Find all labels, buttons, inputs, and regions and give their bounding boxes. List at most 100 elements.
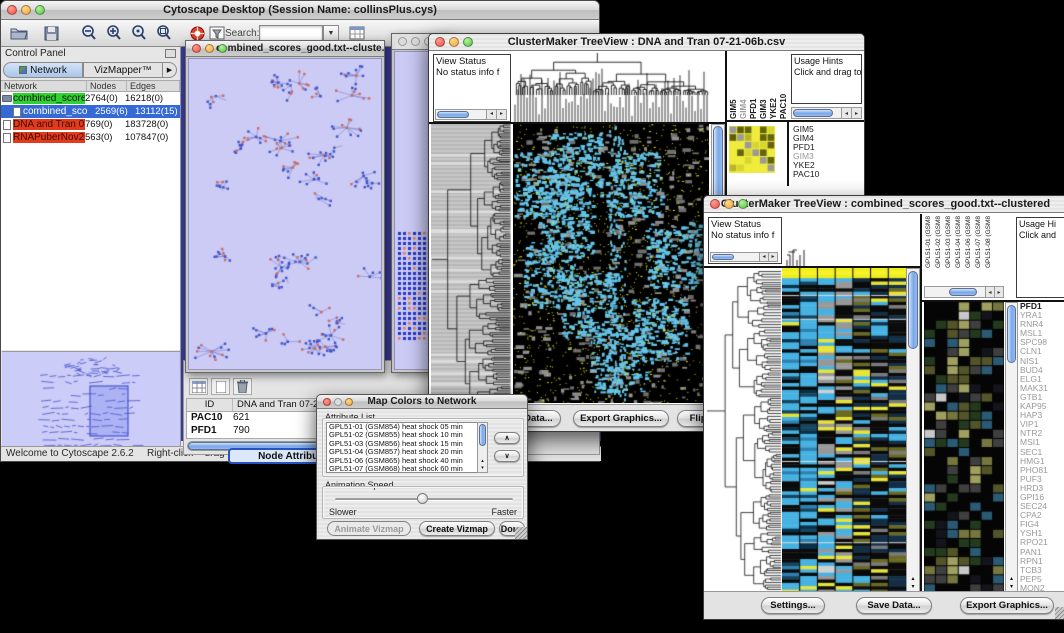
network-row[interactable]: combined_scores_2764(0)16218(0): [1, 92, 180, 105]
animate-vizmap-button[interactable]: Animate Vizmap: [327, 521, 411, 536]
birdseye-canvas[interactable]: [2, 352, 178, 455]
resize-grip[interactable]: [515, 527, 527, 539]
zoom-button[interactable]: [345, 398, 353, 406]
vscroll-thumb[interactable]: [479, 424, 486, 446]
network-row[interactable]: RNAPuberNov2+563(0)107847(0): [1, 131, 180, 144]
gene-label: MAK31: [1020, 384, 1064, 393]
tab-vizmapper[interactable]: VizMapper™: [83, 62, 163, 78]
select-attributes-icon[interactable]: [189, 378, 208, 395]
scroll-right-arrow[interactable]: ▸: [994, 287, 1003, 297]
hscroll-thumb[interactable]: [437, 111, 469, 118]
save-icon[interactable]: [41, 23, 61, 43]
zoom-button[interactable]: [218, 44, 227, 53]
close-button[interactable]: [435, 37, 445, 47]
scroll-left-arrow[interactable]: ◂: [759, 253, 768, 261]
minimize-button[interactable]: [334, 398, 342, 406]
resize-grip[interactable]: [1055, 607, 1064, 619]
minimize-button[interactable]: [21, 5, 31, 15]
settings-button[interactable]: Settings...: [761, 597, 825, 614]
scroll-right-arrow[interactable]: ▸: [768, 253, 777, 261]
tab-overflow-button[interactable]: ▶: [163, 62, 177, 78]
zoom-out-icon[interactable]: [79, 23, 99, 43]
zoom-selected-icon[interactable]: [129, 23, 149, 43]
attribute-list[interactable]: GPL51-01 (GSM854) heat shock 05 minGPL51…: [326, 422, 488, 473]
scroll-up-arrow[interactable]: ▴: [907, 576, 919, 583]
mini-heatmap-canvas[interactable]: [729, 126, 775, 173]
move-up-button[interactable]: ∧: [494, 432, 520, 444]
save-data-button[interactable]: Save Data...: [856, 597, 932, 614]
zoom-heatmap-canvas[interactable]: [924, 302, 1004, 593]
close-button[interactable]: [398, 37, 407, 46]
scroll-left-arrow[interactable]: ◂: [486, 110, 496, 119]
treeview1-titlebar[interactable]: ClusterMaker TreeView : DNA and Tran 07-…: [429, 34, 864, 51]
tab-network[interactable]: Network: [3, 62, 83, 78]
file-icon: [3, 133, 11, 143]
hscroll-thumb[interactable]: [793, 109, 833, 117]
zoom-hscrollbar[interactable]: ◂ ▸: [791, 107, 862, 119]
scroll-right-arrow[interactable]: ▸: [496, 110, 506, 119]
close-button[interactable]: [323, 398, 331, 406]
zoom-button[interactable]: [738, 199, 748, 209]
minimize-button[interactable]: [724, 199, 734, 209]
new-attribute-icon[interactable]: [211, 378, 230, 395]
zoom-in-icon[interactable]: [104, 23, 124, 43]
export-graphics-button[interactable]: Export Graphics...: [573, 410, 669, 427]
vscroll-thumb[interactable]: [908, 271, 918, 349]
scroll-left-arrow[interactable]: ◂: [985, 287, 994, 297]
minimize-button[interactable]: [449, 37, 459, 47]
open-folder-icon[interactable]: [9, 23, 29, 43]
close-button[interactable]: [710, 199, 720, 209]
scroll-up-arrow[interactable]: ▴: [478, 459, 487, 464]
close-button[interactable]: [7, 5, 17, 15]
hscroll-thumb[interactable]: [712, 254, 734, 260]
float-panel-icon[interactable]: [165, 49, 176, 58]
scroll-down-arrow[interactable]: ▾: [1006, 584, 1017, 591]
netview1-titlebar[interactable]: combined_scores_good.txt--cluste...: [186, 41, 384, 57]
zoom-button[interactable]: [35, 5, 45, 15]
speed-slider-thumb[interactable]: [417, 493, 428, 504]
zoom-vscrollbar[interactable]: ▴ ▾: [1005, 302, 1018, 593]
heatmap-vscrollbar[interactable]: ▴ ▾: [906, 268, 920, 593]
network-row[interactable]: combined_sco2569(6)13112(15): [1, 105, 180, 118]
attribute-item[interactable]: GPL51-07 (GSM868) heat shock 60 min: [327, 465, 487, 473]
minimize-button[interactable]: [411, 37, 420, 46]
dialog-titlebar[interactable]: Map Colors to Network: [317, 395, 527, 409]
row-value: 621: [233, 412, 250, 425]
scroll-right-arrow[interactable]: ▸: [851, 108, 861, 118]
birdseye-view[interactable]: [2, 351, 180, 456]
column-dendrogram-canvas[interactable]: [784, 214, 906, 266]
main-titlebar[interactable]: Cytoscape Desktop (Session Name: collins…: [1, 1, 599, 20]
zoom-button[interactable]: [463, 37, 473, 47]
view-status-hscrollbar[interactable]: ◂ ▸: [435, 109, 507, 120]
row-dendrogram-canvas[interactable]: [706, 268, 782, 593]
scroll-up-arrow[interactable]: ▴: [1006, 576, 1017, 583]
zoom-fit-icon[interactable]: [154, 23, 174, 43]
network-tab-icon: [19, 66, 27, 74]
scroll-down-arrow[interactable]: ▾: [907, 584, 919, 591]
close-button[interactable]: [192, 44, 201, 53]
treeview2-titlebar[interactable]: ClusterMaker TreeView : combined_scores_…: [704, 196, 1064, 213]
hscroll-thumb[interactable]: [949, 288, 977, 296]
column-dendrogram-canvas[interactable]: [513, 51, 711, 122]
minimize-button[interactable]: [205, 44, 214, 53]
search-dropdown-button[interactable]: ▼: [323, 25, 339, 41]
vscroll-thumb[interactable]: [1007, 305, 1016, 363]
scroll-left-arrow[interactable]: ◂: [841, 108, 851, 118]
heatmap-canvas[interactable]: [513, 124, 709, 403]
delete-attribute-icon[interactable]: [233, 378, 252, 395]
row-id: PAC10: [187, 412, 233, 425]
export-graphics-button[interactable]: Export Graphics...: [960, 597, 1054, 614]
move-down-button[interactable]: ∨: [494, 450, 520, 462]
heatmap-canvas[interactable]: [782, 268, 906, 593]
view-status-hscrollbar[interactable]: ◂ ▸: [710, 252, 778, 262]
gene-label: YRA1: [1020, 311, 1064, 320]
network-row[interactable]: DNA and Tran 07769(0)183728(0): [1, 118, 180, 131]
row-dendrogram-canvas[interactable]: [431, 124, 511, 403]
attribute-list-vscrollbar[interactable]: ▴ ▾: [477, 422, 488, 473]
create-vizmap-button[interactable]: Create Vizmap: [419, 521, 495, 536]
search-input[interactable]: [259, 25, 323, 41]
network-graph-canvas[interactable]: [189, 59, 382, 370]
netview1-canvas-area[interactable]: [188, 58, 382, 370]
zoom-hscrollbar[interactable]: ◂ ▸: [924, 286, 1004, 298]
scroll-down-arrow[interactable]: ▾: [478, 466, 487, 471]
